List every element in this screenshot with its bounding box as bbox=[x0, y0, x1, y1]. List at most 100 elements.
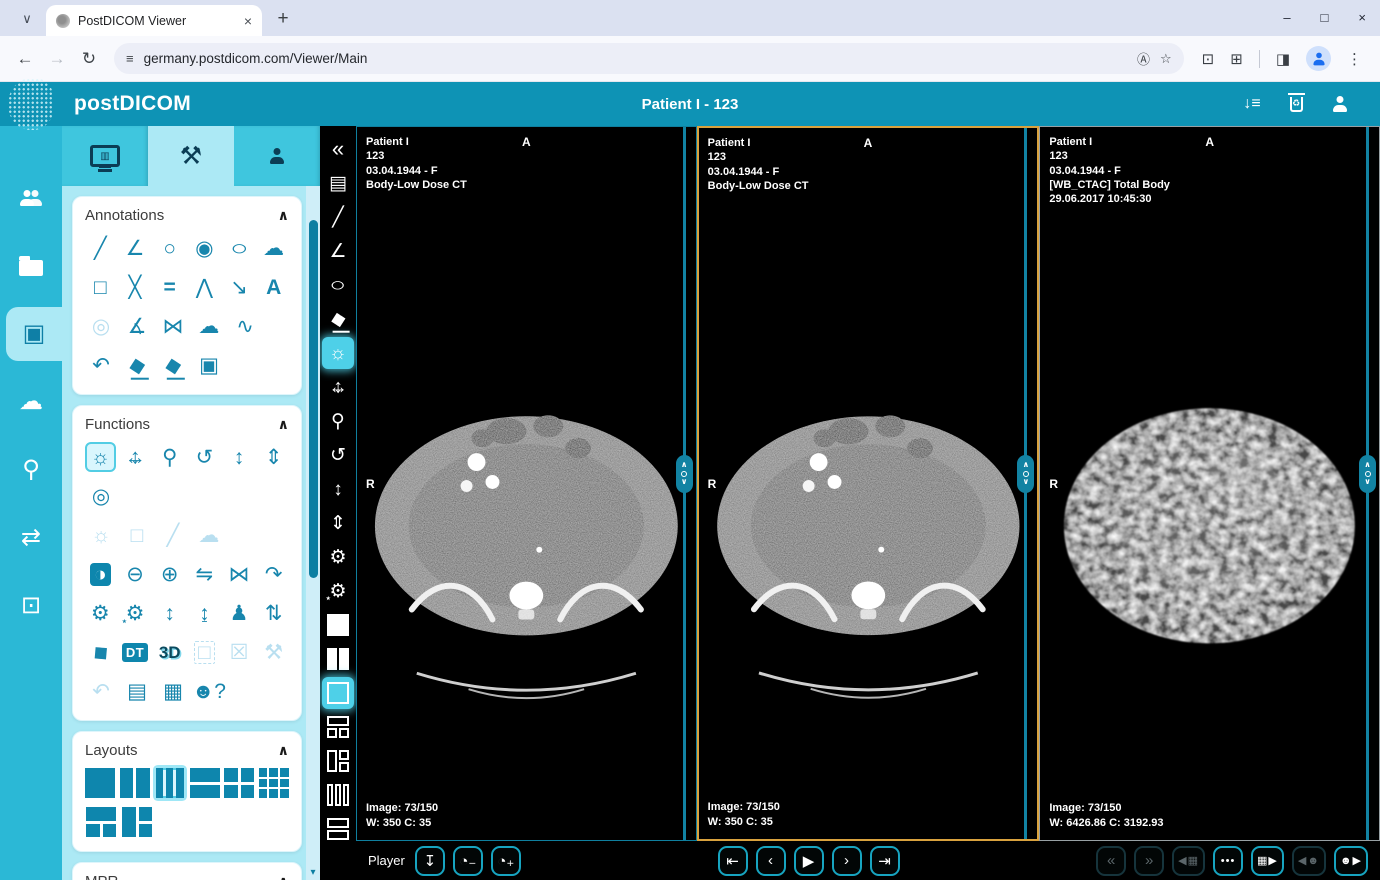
zoom-tool[interactable]: ⚲ bbox=[154, 442, 185, 472]
tab-tools[interactable]: ⚒ bbox=[148, 126, 234, 186]
threed-button[interactable]: 3D bbox=[154, 637, 185, 667]
viewport-2[interactable]: Patient I12303.04.1944 - FBody-Low Dose … bbox=[697, 126, 1040, 841]
undo-annotation-button[interactable]: ↶ bbox=[85, 350, 117, 380]
actual-size-button[interactable]: ♟ bbox=[224, 598, 255, 628]
spline-tool[interactable]: ∿ bbox=[229, 311, 261, 341]
window-level-tool[interactable]: ☼ bbox=[322, 337, 354, 369]
layout-2x1[interactable] bbox=[322, 813, 354, 845]
ellipse-tool[interactable]: ○ bbox=[322, 269, 354, 301]
shaded-circle-tool[interactable]: ◉ bbox=[189, 233, 220, 263]
polyline-tool[interactable]: ⋀ bbox=[189, 272, 220, 302]
maximize-button[interactable]: □ bbox=[1321, 10, 1329, 25]
rotate-tool[interactable]: ↺ bbox=[189, 442, 220, 472]
rotate-flip-button[interactable]: ↷ bbox=[258, 559, 289, 589]
last-image-button[interactable]: ⇥ bbox=[870, 846, 900, 876]
sort-button[interactable]: ↓≡ bbox=[1242, 96, 1262, 112]
collapse-section-button[interactable]: ∧ bbox=[278, 742, 289, 759]
next-patient-button[interactable]: ☻▶ bbox=[1334, 846, 1368, 876]
freehand-region-tool[interactable]: ☁ bbox=[258, 233, 289, 263]
rotate-tool[interactable]: ↺ bbox=[322, 439, 354, 471]
tab-viewer[interactable]: ▥ bbox=[62, 126, 148, 186]
collapse-section-button[interactable]: ∧ bbox=[278, 873, 289, 880]
query-person-button[interactable]: ☻? bbox=[193, 676, 225, 706]
layout-1-2-right[interactable] bbox=[121, 807, 153, 837]
minimize-button[interactable]: – bbox=[1283, 10, 1290, 25]
pan-tool[interactable]: ↔ bbox=[120, 442, 151, 472]
reset-button[interactable]: ⚙ bbox=[85, 598, 116, 628]
scrollbar-thumb[interactable] bbox=[309, 220, 318, 578]
rectangle-roi-tool[interactable]: □ bbox=[85, 272, 116, 302]
eraser-tool[interactable]: ◆ bbox=[322, 303, 354, 335]
collapse-panel-button[interactable]: « bbox=[322, 133, 354, 165]
new-tab-button[interactable]: + bbox=[270, 6, 296, 32]
cobb-angle-tool[interactable]: ⋈ bbox=[157, 311, 189, 341]
forward-button[interactable]: → bbox=[42, 44, 72, 74]
scroll-tool[interactable]: ↕ bbox=[224, 442, 255, 472]
site-settings-icon[interactable]: ≡ bbox=[126, 51, 134, 66]
layout-2x2[interactable] bbox=[224, 768, 254, 798]
export-image-button[interactable]: ▤ bbox=[121, 676, 153, 706]
play-direction-button[interactable]: ↧ bbox=[415, 846, 445, 876]
first-image-button[interactable]: ⇤ bbox=[718, 846, 748, 876]
cross-ruler-tool[interactable]: ╳ bbox=[120, 272, 151, 302]
save-annotations-button[interactable]: ▣ bbox=[193, 350, 225, 380]
layout-1x1[interactable] bbox=[85, 768, 115, 798]
layout-1-2-bottom[interactable] bbox=[322, 711, 354, 743]
account-button[interactable] bbox=[1330, 96, 1350, 112]
layout-1-2-bottom[interactable] bbox=[85, 807, 117, 837]
layout-1x2[interactable] bbox=[119, 768, 149, 798]
sidebar-item-worklist[interactable]: ⚲ bbox=[0, 443, 62, 497]
window-level-tool[interactable]: ☼ bbox=[85, 442, 116, 472]
sidebar-item-patients[interactable] bbox=[0, 171, 62, 225]
more-button[interactable]: ••• bbox=[1213, 846, 1243, 876]
sidebar-item-upload[interactable]: ☁ bbox=[0, 375, 62, 429]
tab-search-button[interactable]: ∨ bbox=[14, 6, 40, 32]
sidebar-item-folders[interactable] bbox=[0, 239, 62, 293]
sidebar-item-share-screens[interactable]: ⊡ bbox=[0, 579, 62, 633]
flip-vertical-button[interactable]: ⋈ bbox=[224, 559, 255, 589]
next-image-button[interactable]: › bbox=[832, 846, 862, 876]
closed-freehand-tool[interactable]: ☁ bbox=[193, 311, 225, 341]
translate-icon[interactable]: Ⓐ bbox=[1137, 49, 1150, 68]
close-window-button[interactable]: × bbox=[1358, 10, 1366, 25]
scroll-tool[interactable]: ↕ bbox=[322, 473, 354, 505]
series-scroll-handle[interactable]: ∧∨ bbox=[1017, 455, 1034, 493]
bookmark-icon[interactable]: ☆ bbox=[1160, 51, 1172, 67]
pan-tool[interactable]: ↔ bbox=[322, 371, 354, 403]
speed-down-button[interactable]: ◔₋ bbox=[453, 846, 483, 876]
back-button[interactable]: ← bbox=[10, 44, 40, 74]
reset-wl-button[interactable]: ⚙ bbox=[322, 575, 354, 607]
sidebar-item-sync[interactable]: ⇄ bbox=[0, 511, 62, 565]
save-image-button[interactable]: ▦ bbox=[157, 676, 189, 706]
report-button[interactable]: ▤ bbox=[322, 167, 354, 199]
address-bar[interactable]: ≡ germany.postdicom.com/Viewer/Main Ⓐ ☆ bbox=[114, 43, 1184, 74]
browser-tab[interactable]: PostDICOM Viewer × bbox=[46, 5, 262, 36]
series-scroll-handle[interactable]: ∧∨ bbox=[1359, 455, 1376, 493]
angle-tool[interactable]: ∠ bbox=[120, 233, 151, 263]
viewport-3[interactable]: Patient I12303.04.1944 - F[WB_CTAC] Tota… bbox=[1039, 126, 1380, 841]
expand-vertical-button[interactable]: ↕ bbox=[154, 598, 185, 628]
series-scroll-handle[interactable]: ∧∨ bbox=[676, 455, 693, 493]
eraser-tool[interactable]: ◆ bbox=[121, 350, 153, 380]
angle-tool[interactable]: ∠ bbox=[322, 235, 354, 267]
stack-scroll-tool[interactable]: ⇕ bbox=[322, 507, 354, 539]
layout-1x1[interactable] bbox=[322, 609, 354, 641]
reload-button[interactable]: ↻ bbox=[74, 44, 104, 74]
menu-icon[interactable]: ⋮ bbox=[1347, 50, 1362, 68]
reset-wl-button[interactable]: ⚙ bbox=[120, 598, 151, 628]
shrink-vertical-button[interactable]: ↨ bbox=[189, 598, 220, 628]
collapse-section-button[interactable]: ∧ bbox=[278, 416, 289, 433]
layout-1-2-right[interactable] bbox=[322, 745, 354, 777]
tab-patient-info[interactable] bbox=[234, 126, 320, 186]
tag-button[interactable]: ◆ bbox=[85, 637, 116, 667]
layout-3x3[interactable] bbox=[259, 768, 289, 798]
text-tool[interactable]: A bbox=[258, 272, 289, 302]
stack-scroll-tool[interactable]: ⇕ bbox=[258, 442, 289, 472]
arrow-tool[interactable]: ↘ bbox=[224, 272, 255, 302]
extensions-icon[interactable]: ⊞ bbox=[1230, 50, 1243, 68]
layout-1x3[interactable] bbox=[154, 768, 186, 798]
side-panel-icon[interactable]: ◨ bbox=[1276, 50, 1290, 68]
bisect-angle-tool[interactable]: ∡ bbox=[121, 311, 153, 341]
invert-button[interactable]: ◑ bbox=[85, 559, 116, 589]
screenshot-icon[interactable]: ⊡ bbox=[1202, 50, 1215, 68]
